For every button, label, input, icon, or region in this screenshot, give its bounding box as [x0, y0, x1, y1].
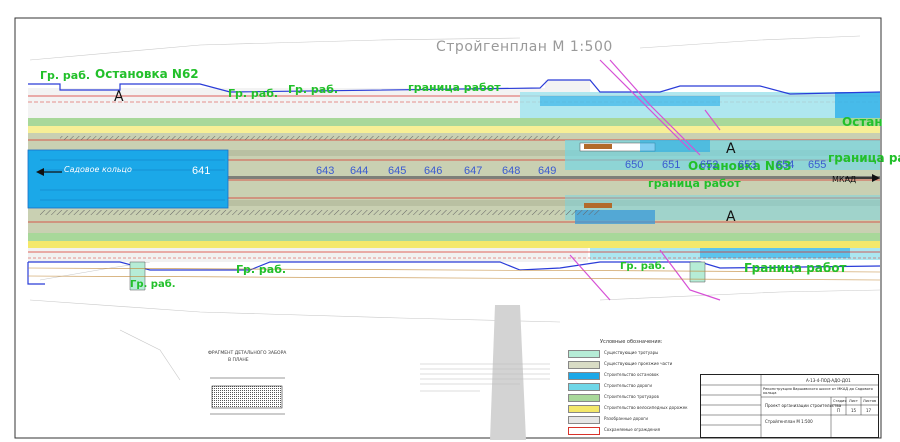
title-block: А-13-4-ПОД-АДО-ДО1 Реконструкция Варшавс… — [700, 374, 879, 438]
legend-item: Разобранные дороги — [560, 416, 715, 424]
marker-a: A — [726, 141, 736, 157]
legend-item: Существующие тротуары — [560, 350, 715, 358]
title-block-sheet: 15 — [851, 408, 857, 413]
legend-title: Условные обозначения: — [600, 339, 663, 345]
legend-label: Строительство тротуаров — [604, 394, 659, 399]
label-work-area: Гр. раб. — [288, 83, 339, 96]
title-block-sheet-title: Проект организации строительства — [765, 403, 842, 408]
picket-label: 647 — [464, 165, 483, 177]
title-block-sheets: 17 — [866, 408, 872, 413]
picket-label: 641 — [192, 165, 211, 177]
marker-a: A — [114, 89, 124, 105]
legend-item: Существующие проезжие части — [560, 361, 715, 369]
legend-swatch — [568, 427, 600, 435]
label-stop-62: Остановка N62 — [95, 67, 199, 81]
legend-swatch — [568, 372, 600, 380]
legend-label: Строительство велосипедных дорожек — [604, 405, 688, 410]
label-work-area: Гр. раб. — [236, 263, 287, 276]
legend-item: Строительство дороги — [560, 383, 715, 391]
picket-label: 653 — [738, 159, 757, 171]
label-work-area: Гр. раб. — [228, 87, 279, 100]
picket-label: 643 — [316, 165, 335, 177]
plan-title: Стройгенплан М 1:500 — [436, 39, 613, 55]
legend-item: Строительство велосипедных дорожек — [560, 405, 715, 413]
legend-label: Строительство остановок — [604, 372, 659, 377]
fragment-subtitle: В ПЛАНЕ — [228, 358, 249, 363]
picket-label: 652 — [700, 159, 719, 171]
legend-swatch — [568, 350, 600, 358]
stop-62-construction — [28, 150, 228, 208]
label-work-boundary-caps: Граница работ — [744, 261, 847, 275]
label-work-boundary: граница работ — [828, 151, 900, 165]
label-work-area: Гр. раб. — [130, 279, 176, 290]
legend-swatch — [568, 383, 600, 391]
picket-label: 645 — [388, 165, 407, 177]
fence-fragment: ФРАГМЕНТ ДЕТАЛЬНОГО ЗАБОРА В ПЛАНЕ — [200, 351, 300, 422]
legend-item: Строительство остановок — [560, 372, 715, 380]
direction-label-left: Садовое кольцо — [64, 165, 132, 174]
title-block-stage-label: Стадия — [833, 399, 847, 403]
legend-label: Строительство дороги — [604, 383, 652, 388]
legend-label: Существующие проезжие части — [604, 361, 673, 366]
legend-label: Существующие тротуары — [604, 350, 659, 355]
picket-label: 654 — [776, 159, 795, 171]
legend: Условные обозначения: Существующие троту… — [560, 338, 715, 436]
notes-lines — [420, 363, 550, 392]
title-block-code: А-13-4-ПОД-АДО-ДО1 — [806, 378, 851, 383]
legend-swatch — [568, 394, 600, 402]
label-work-boundary: граница работ — [648, 177, 741, 190]
legend-item: Строительство тротуаров — [560, 394, 715, 402]
picket-label: 650 — [625, 159, 644, 171]
picket-label: 648 — [502, 165, 521, 177]
picket-label: 646 — [424, 165, 443, 177]
title-block-drawing-title: Стройгенплан М 1:500 — [765, 419, 813, 424]
title-block-project: Реконструкция Варшавского шоссе от МКАД … — [763, 387, 873, 395]
legend-label: Разобранные дороги — [604, 416, 648, 421]
label-work-area: Гр. раб. — [40, 69, 91, 82]
legend-swatch — [568, 405, 600, 413]
picket-label: 644 — [350, 165, 369, 177]
title-block-sheets-label: Листов — [863, 399, 877, 403]
notes-box — [420, 358, 555, 396]
label-work-boundary: граница работ — [408, 81, 501, 94]
legend-swatch — [568, 361, 600, 369]
fragment-sketch — [210, 377, 285, 415]
label-work-area: Гр. раб. — [620, 261, 666, 272]
drawing-sheet: Стройгенплан М 1:500 Гр. раб. Остановка … — [0, 0, 900, 442]
direction-label-right: МКАД — [832, 175, 857, 184]
title-block-stage: П — [837, 408, 841, 413]
legend-swatch — [568, 416, 600, 424]
fragment-title: ФРАГМЕНТ ДЕТАЛЬНОГО ЗАБОРА — [208, 351, 287, 356]
legend-item: Сохраняемые ограждения — [560, 427, 715, 435]
legend-label: Сохраняемые ограждения — [604, 427, 660, 432]
picket-label: 651 — [662, 159, 681, 171]
title-block-sheet-label: Лист — [849, 399, 858, 403]
marker-a: A — [726, 209, 736, 225]
picket-label: 649 — [538, 165, 557, 177]
label-stop-partial: Остан — [842, 115, 883, 129]
